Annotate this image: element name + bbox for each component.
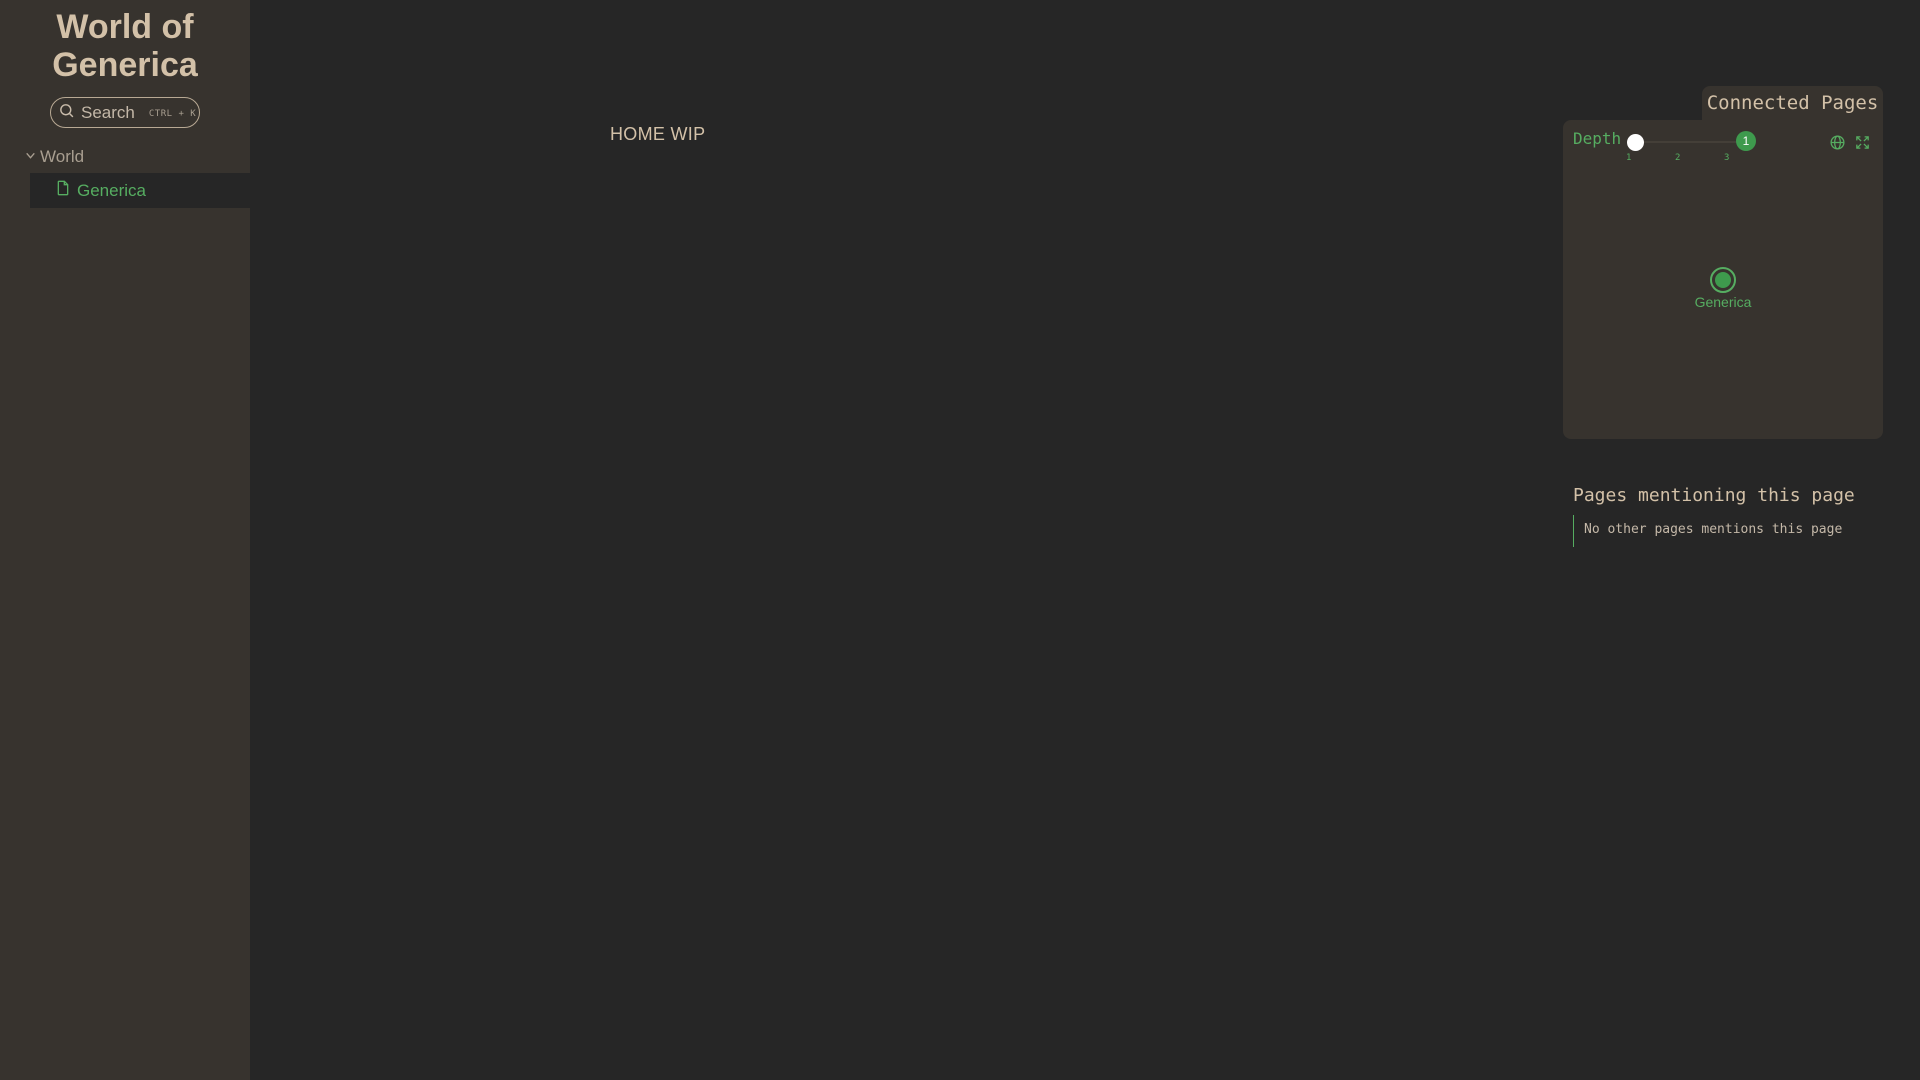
search-label: Search <box>81 102 135 122</box>
depth-slider-track[interactable] <box>1635 141 1745 143</box>
connected-pages-panel: Depth 1 2 3 1 Generica <box>1563 120 1883 439</box>
sidebar: World of Generica Search CTRL + K World … <box>0 0 250 1080</box>
site-title[interactable]: World of Generica <box>0 8 250 84</box>
depth-value-badge: 1 <box>1736 131 1756 151</box>
search-button[interactable]: Search CTRL + K <box>50 97 200 128</box>
depth-tick-1: 1 <box>1626 153 1632 163</box>
tree-folder-world[interactable]: World <box>24 147 84 167</box>
search-icon <box>58 102 75 123</box>
tree-folder-label: World <box>40 147 85 166</box>
file-icon <box>55 180 77 201</box>
mentions-empty-text: No other pages mentions this page <box>1573 515 1842 547</box>
site-title-line1: World of <box>56 8 194 46</box>
depth-tick-2: 2 <box>1675 153 1681 163</box>
graph-node-current[interactable] <box>1710 267 1736 293</box>
depth-slider-thumb[interactable] <box>1627 134 1644 151</box>
depth-label: Depth <box>1573 129 1622 148</box>
connected-pages-title: Connected Pages <box>1702 86 1883 122</box>
chevron-down-icon <box>24 147 40 167</box>
graph-node-label[interactable]: Generica <box>1663 294 1783 310</box>
site-title-line2: Generica <box>52 46 198 84</box>
search-shortcut: CTRL + K <box>148 109 197 119</box>
mentions-title: Pages mentioning this page <box>1573 485 1855 506</box>
expand-icon[interactable] <box>1854 134 1871 151</box>
page-body-text: HOME WIP <box>610 124 706 144</box>
tree-page-generica[interactable]: Generica <box>30 173 250 208</box>
tree-page-label: Generica <box>77 180 146 200</box>
globe-icon[interactable] <box>1829 134 1846 151</box>
graph-node-core <box>1715 272 1731 288</box>
depth-tick-3: 3 <box>1724 153 1730 163</box>
